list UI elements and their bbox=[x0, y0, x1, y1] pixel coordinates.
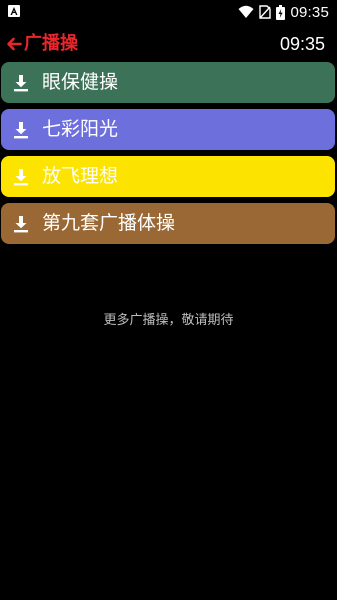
download-icon[interactable] bbox=[12, 121, 30, 139]
exercise-label: 放飞理想 bbox=[42, 165, 119, 187]
clock: 09:35 bbox=[279, 34, 325, 54]
status-bar: 09:35 bbox=[0, 0, 337, 24]
status-time: 09:35 bbox=[290, 3, 329, 21]
exercise-item-fly-dreams[interactable]: 放飞理想 bbox=[1, 156, 335, 197]
exercise-item-ninth-broadcast-exercise[interactable]: 第九套广播体操 bbox=[1, 203, 335, 244]
arrow-left-icon bbox=[6, 36, 22, 52]
page-title: 广播操 bbox=[24, 33, 78, 54]
status-icons: 09:35 bbox=[238, 2, 329, 22]
notification-icon bbox=[8, 5, 20, 17]
download-icon[interactable] bbox=[12, 215, 30, 233]
download-icon[interactable] bbox=[12, 168, 30, 186]
battery-icon bbox=[276, 4, 286, 20]
exercise-item-eye-exercise[interactable]: 眼保健操 bbox=[1, 62, 335, 103]
app-header: 广播操 09:35 bbox=[0, 30, 337, 58]
wifi-icon bbox=[238, 5, 254, 18]
exercise-label: 眼保健操 bbox=[42, 71, 119, 93]
exercise-label: 第九套广播体操 bbox=[42, 212, 176, 234]
sim-icon bbox=[259, 5, 272, 19]
exercise-item-colorful-sunshine[interactable]: 七彩阳光 bbox=[1, 109, 335, 150]
back-button[interactable]: 广播操 bbox=[6, 32, 78, 56]
exercise-label: 七彩阳光 bbox=[42, 118, 119, 140]
download-icon[interactable] bbox=[12, 74, 30, 92]
footer-note: 更多广播操，敬请期待 bbox=[103, 313, 234, 328]
